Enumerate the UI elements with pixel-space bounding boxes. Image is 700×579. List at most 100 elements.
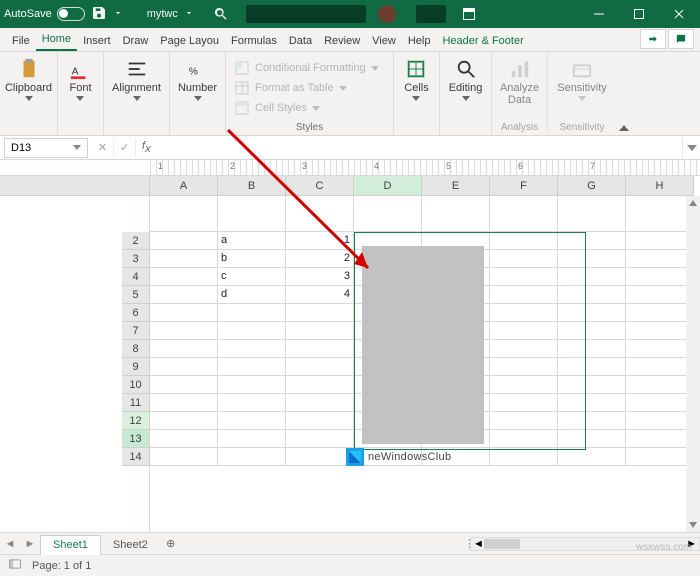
col-E[interactable]: E <box>422 176 490 196</box>
ruler-tick: 4 <box>374 161 379 171</box>
cell-C3[interactable]: 2 <box>286 250 354 268</box>
name-box[interactable]: D13 <box>4 138 88 158</box>
share-button[interactable] <box>640 29 666 49</box>
row-11[interactable]: 11 <box>122 394 150 412</box>
tab-file[interactable]: File <box>6 31 36 51</box>
cell-B5[interactable]: d <box>218 286 286 304</box>
analyze-label-1: Analyze <box>500 82 539 94</box>
fx-icon[interactable]: fx <box>136 140 157 155</box>
analyze-data-button[interactable]: Analyze Data <box>494 56 545 108</box>
tab-scroll-left[interactable]: ◄ <box>0 534 20 554</box>
row-6[interactable]: 6 <box>122 304 150 322</box>
cells-button[interactable]: Cells <box>398 56 434 103</box>
comments-button[interactable] <box>668 29 694 49</box>
tab-draw[interactable]: Draw <box>117 31 155 51</box>
expand-formula-bar-button[interactable] <box>682 138 700 158</box>
undo-caret-icon[interactable] <box>113 5 123 24</box>
sheet-tab-1[interactable]: Sheet1 <box>40 535 101 555</box>
chevron-down-icon <box>133 96 141 101</box>
cell-styles-button[interactable]: Cell Styles <box>234 98 320 118</box>
tab-header-footer[interactable]: Header & Footer <box>436 31 529 51</box>
doc-caret-icon[interactable] <box>184 5 194 24</box>
row-13[interactable]: 13 <box>122 430 150 448</box>
font-label: Font <box>69 82 91 94</box>
col-C[interactable]: C <box>286 176 354 196</box>
sheet-tab-2[interactable]: Sheet2 <box>101 535 160 555</box>
row-12[interactable]: 12 <box>122 412 150 430</box>
clipboard-button[interactable]: Clipboard <box>0 56 58 103</box>
scroll-down-icon <box>688 520 698 530</box>
tab-insert[interactable]: Insert <box>77 31 117 51</box>
chevron-down-icon <box>312 106 320 111</box>
vertical-scrollbar[interactable] <box>686 196 700 532</box>
title-redacted-2 <box>416 5 446 23</box>
col-A[interactable]: A <box>150 176 218 196</box>
row-14[interactable]: 14 <box>122 448 150 466</box>
ruler-tick: 5 <box>446 161 451 171</box>
tab-view[interactable]: View <box>366 31 402 51</box>
tab-formulas[interactable]: Formulas <box>225 31 283 51</box>
maximize-button[interactable] <box>622 0 656 28</box>
editing-label: Editing <box>449 82 483 94</box>
autosave-label: AutoSave <box>4 8 52 20</box>
tab-home[interactable]: Home <box>36 29 77 51</box>
page-layout-view-icon[interactable] <box>8 557 22 574</box>
scroll-thumb[interactable] <box>484 539 520 549</box>
svg-text:%: % <box>188 67 197 78</box>
editing-button[interactable]: Editing <box>443 56 489 103</box>
cell-B2[interactable]: a <box>218 232 286 250</box>
col-B[interactable]: B <box>218 176 286 196</box>
cell-C5[interactable]: 4 <box>286 286 354 304</box>
user-avatar[interactable] <box>378 5 396 23</box>
group-sensitivity: Sensitivity Sensitivity <box>548 52 616 135</box>
row-7[interactable]: 7 <box>122 322 150 340</box>
svg-text:A: A <box>72 67 79 78</box>
add-sheet-button[interactable]: ⊕ <box>160 534 182 554</box>
cell-B3[interactable]: b <box>218 250 286 268</box>
row-10[interactable]: 10 <box>122 376 150 394</box>
brand-text: neWindowsClub <box>368 451 451 463</box>
row-9[interactable]: 9 <box>122 358 150 376</box>
row-5[interactable]: 5 <box>122 286 150 304</box>
close-button[interactable] <box>662 0 696 28</box>
row-2[interactable]: 2 <box>122 232 150 250</box>
scroll-up-icon <box>688 198 698 208</box>
col-D[interactable]: D <box>354 176 422 196</box>
cell-C2[interactable]: 1 <box>286 232 354 250</box>
tab-page-layout[interactable]: Page Layou <box>154 31 225 51</box>
alignment-button[interactable]: Alignment <box>106 56 167 103</box>
col-H[interactable]: H <box>626 176 694 196</box>
tab-scroll-right[interactable]: ► <box>20 534 40 554</box>
save-icon[interactable] <box>91 5 107 24</box>
font-button[interactable]: A Font <box>63 56 97 103</box>
autosave-toggle[interactable]: AutoSave <box>4 7 85 21</box>
minimize-button[interactable] <box>582 0 616 28</box>
ribbon-display-icon[interactable] <box>452 0 486 28</box>
formula-input[interactable] <box>157 138 682 158</box>
col-F[interactable]: F <box>490 176 558 196</box>
search-icon[interactable] <box>210 4 232 24</box>
page-indicator: Page: 1 of 1 <box>32 560 91 572</box>
format-as-table-button[interactable]: Format as Table <box>234 78 347 98</box>
cancel-formula-button[interactable]: ✕ <box>92 138 114 158</box>
row-3[interactable]: 3 <box>122 250 150 268</box>
cell-B4[interactable]: c <box>218 268 286 286</box>
tab-help[interactable]: Help <box>402 31 437 51</box>
conditional-formatting-button[interactable]: Conditional Formatting <box>234 58 379 78</box>
number-button[interactable]: % Number <box>172 56 223 103</box>
toggle-off-icon <box>57 7 85 21</box>
tab-data[interactable]: Data <box>283 31 318 51</box>
tab-review[interactable]: Review <box>318 31 366 51</box>
row-8[interactable]: 8 <box>122 340 150 358</box>
row-4[interactable]: 4 <box>122 268 150 286</box>
grid[interactable]: a1 b2 c3 d4 neWindowsClub <box>150 196 694 532</box>
col-G[interactable]: G <box>558 176 626 196</box>
enter-formula-button[interactable]: ✓ <box>114 138 136 158</box>
select-all-corner[interactable] <box>0 176 150 196</box>
inserted-object[interactable] <box>362 246 484 444</box>
sensitivity-button[interactable]: Sensitivity <box>551 56 613 103</box>
status-bar: Page: 1 of 1 <box>0 554 700 576</box>
ruler-tick: 6 <box>518 161 523 171</box>
cell-C4[interactable]: 3 <box>286 268 354 286</box>
collapse-ribbon-button[interactable] <box>616 52 632 135</box>
